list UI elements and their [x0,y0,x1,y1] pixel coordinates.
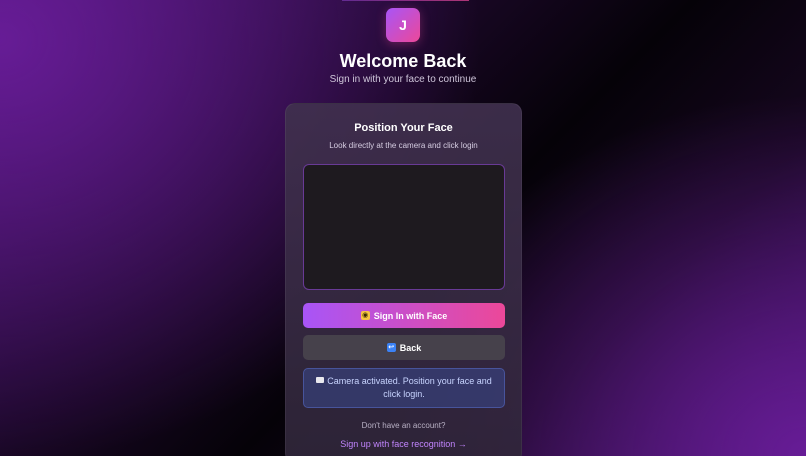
back-button-label: Back [399,342,422,353]
camera-icon: ◉ [360,311,370,320]
sign-in-button-label: Sign In with Face [373,310,448,321]
login-card: Position Your Face Look directly at the … [285,103,522,456]
card-subtitle: Look directly at the camera and click lo… [329,141,478,150]
back-arrow-icon: ↩ [386,343,396,352]
card-title: Position Your Face [354,122,453,134]
page-subtitle: Sign in with your face to continue [329,74,477,85]
app-logo: J [386,8,420,42]
signup-link[interactable]: Sign up with face recognition → [286,438,521,450]
status-text: Camera activated. Position your face and… [327,376,492,399]
sign-in-with-face-button[interactable]: ◉ Sign In with Face [303,303,505,328]
page-title: Welcome Back [339,51,467,71]
status-message: Camera activated. Position your face and… [303,368,505,408]
signup-prompt: Don't have an account? [361,421,446,430]
camera-preview [303,164,505,290]
logo-letter: J [399,17,407,33]
top-divider [342,0,469,1]
status-camera-icon [316,377,325,383]
back-button[interactable]: ↩ Back [303,335,505,360]
